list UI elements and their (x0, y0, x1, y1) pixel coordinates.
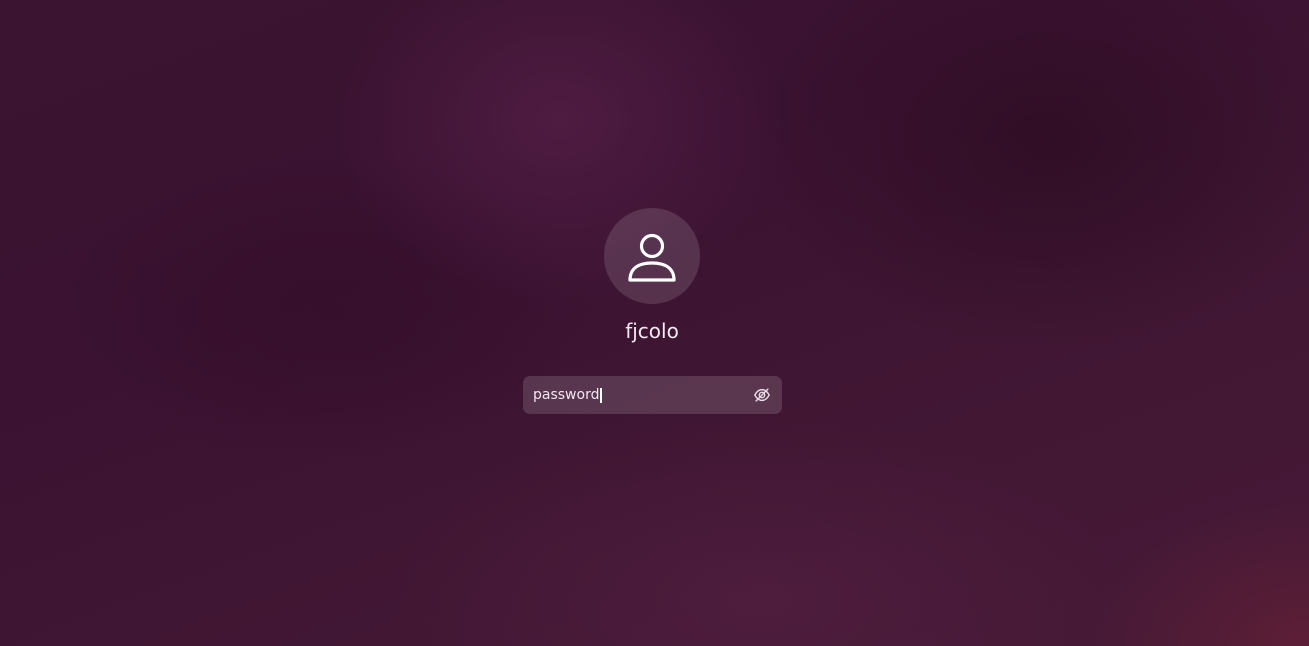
username: fjcolo (625, 319, 679, 343)
password-value: password (533, 387, 600, 403)
eye-slash-icon[interactable] (752, 385, 772, 405)
avatar (604, 208, 700, 304)
user-silhouette-icon (628, 233, 676, 282)
password-input[interactable]: password (533, 387, 752, 403)
text-caret (600, 387, 602, 403)
password-field[interactable]: password (523, 376, 782, 414)
login-screen: fjcolo password (0, 0, 1309, 646)
